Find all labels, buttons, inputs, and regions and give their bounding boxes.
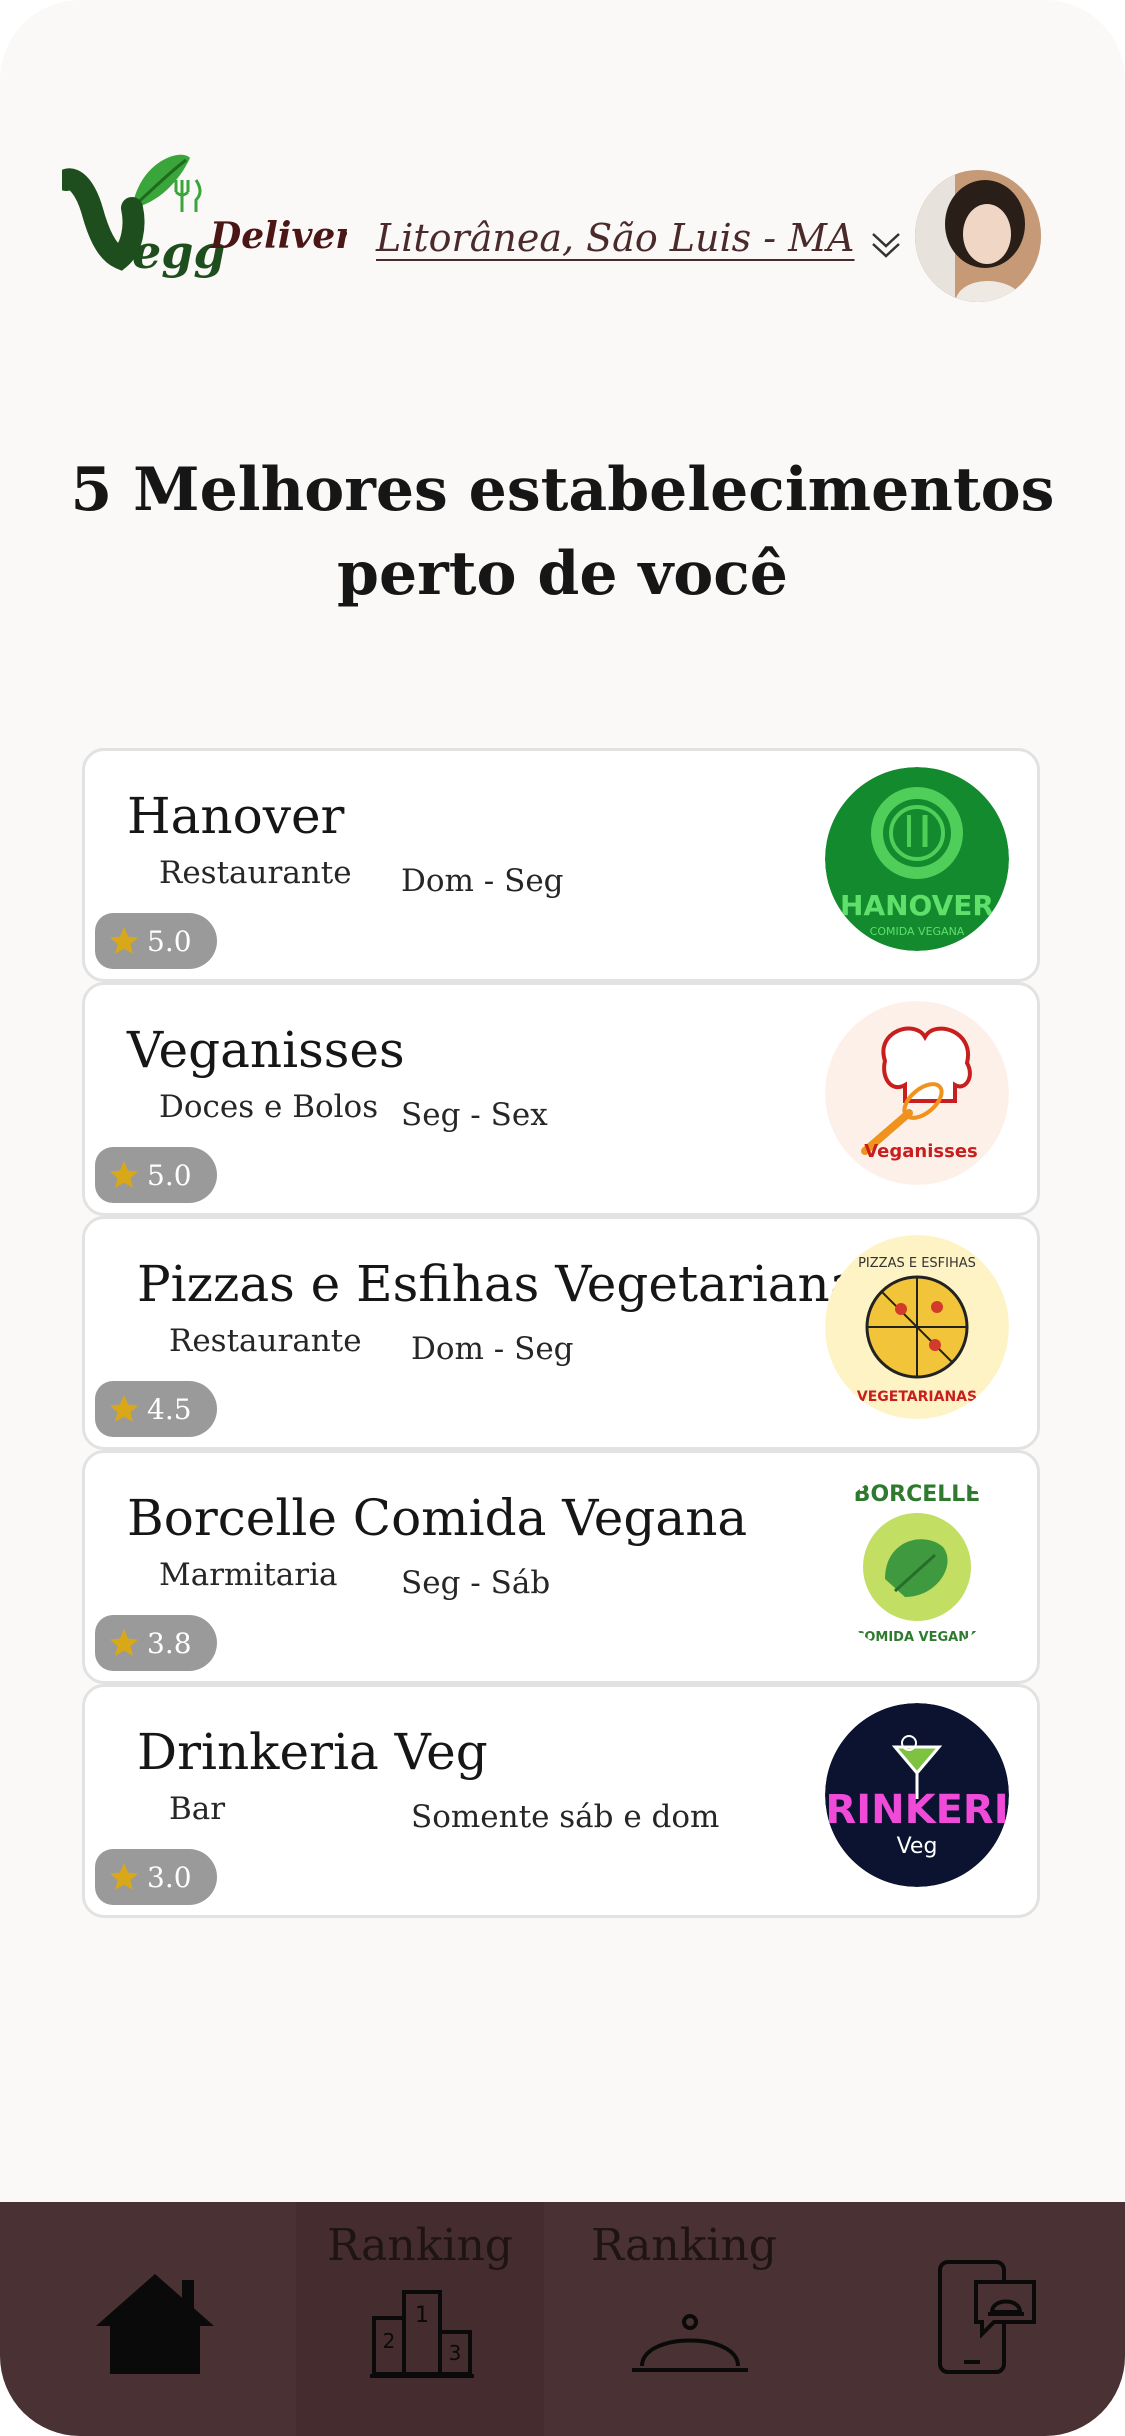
restaurant-days: Seg - Sáb bbox=[401, 1565, 551, 1601]
rating-value: 5.0 bbox=[147, 924, 192, 958]
rating-badge: 3.8 bbox=[95, 1615, 217, 1671]
restaurant-card-borcelle[interactable]: Borcelle Comida Vegana Marmitaria Seg - … bbox=[82, 1450, 1040, 1684]
podium-icon[interactable]: 1 2 3 bbox=[370, 2288, 474, 2380]
logo-text: Veganisses bbox=[864, 1141, 978, 1162]
nav-ranking-label: Ranking bbox=[327, 2220, 513, 2271]
nav-home[interactable] bbox=[0, 2202, 296, 2436]
logo-subtext: COMIDA VEGANA bbox=[855, 1630, 979, 1645]
restaurant-card-veganisses[interactable]: Veganisses Doces e Bolos Seg - Sex 5.0 V… bbox=[82, 982, 1040, 1216]
star-icon bbox=[109, 1160, 139, 1189]
header: egg Delivery Litorânea, São Luis - MA bbox=[0, 140, 1125, 320]
svg-text:2: 2 bbox=[383, 2329, 396, 2353]
restaurant-type: Restaurante bbox=[169, 1323, 362, 1359]
rating-value: 3.8 bbox=[147, 1626, 192, 1660]
logo-text: HANOVER bbox=[840, 889, 994, 922]
nav-ranking-label: Ranking bbox=[591, 2220, 777, 2271]
star-icon bbox=[109, 1862, 139, 1891]
restaurant-name: Hanover bbox=[127, 787, 345, 845]
star-icon bbox=[109, 1394, 139, 1423]
restaurant-card-pizzas[interactable]: Pizzas e Esfihas Vegetarianas Restaurant… bbox=[82, 1216, 1040, 1450]
svg-text:1: 1 bbox=[415, 2303, 429, 2328]
rating-value: 5.0 bbox=[147, 1158, 192, 1192]
restaurant-logo: HANOVER COMIDA VEGANA bbox=[825, 767, 1009, 951]
home-icon[interactable] bbox=[92, 2270, 218, 2376]
logo-text: PIZZAS E ESFIHAS bbox=[858, 1256, 976, 1271]
chevron-down-icon[interactable] bbox=[869, 228, 903, 262]
restaurant-days: Seg - Sex bbox=[401, 1097, 548, 1133]
rating-badge: 4.5 bbox=[95, 1381, 217, 1437]
nav-ranking-dishes[interactable]: Ranking bbox=[544, 2202, 824, 2436]
restaurant-logo: BORCELLE COMIDA VEGANA bbox=[825, 1469, 1009, 1653]
restaurant-logo: RINKERI Veg bbox=[825, 1703, 1009, 1887]
star-icon bbox=[109, 926, 139, 955]
logo-text: RINKERI bbox=[825, 1787, 1008, 1833]
app-screen: egg Delivery Litorânea, São Luis - MA bbox=[0, 0, 1125, 2436]
logo-subtext: VEGETARIANAS bbox=[857, 1389, 977, 1405]
svg-text:3: 3 bbox=[449, 2341, 462, 2365]
restaurant-list: Hanover Restaurante Dom - Seg 5.0 HANOVE… bbox=[82, 748, 1040, 1918]
phone-order-icon[interactable] bbox=[936, 2258, 1040, 2376]
restaurant-days: Dom - Seg bbox=[411, 1331, 574, 1367]
nav-ranking-establishments[interactable]: Ranking 1 2 3 bbox=[296, 2202, 544, 2436]
user-avatar[interactable] bbox=[915, 170, 1041, 302]
svg-text:Delivery: Delivery bbox=[209, 215, 347, 257]
page-title-line-2: perto de você bbox=[337, 539, 788, 609]
restaurant-name: Borcelle Comida Vegana bbox=[127, 1489, 748, 1547]
cloche-icon[interactable] bbox=[630, 2304, 750, 2384]
logo-text: BORCELLE bbox=[854, 1482, 981, 1507]
restaurant-type: Bar bbox=[169, 1791, 226, 1827]
restaurant-days: Somente sáb e dom bbox=[411, 1799, 720, 1835]
vegg-delivery-logo[interactable]: egg Delivery bbox=[55, 140, 377, 300]
rating-badge: 5.0 bbox=[95, 1147, 217, 1203]
rating-value: 3.0 bbox=[147, 1860, 192, 1894]
logo-subtext: COMIDA VEGANA bbox=[870, 925, 965, 938]
restaurant-name: Pizzas e Esfihas Vegetarianas bbox=[137, 1255, 886, 1313]
restaurant-logo: PIZZAS E ESFIHAS VEGETARIANAS bbox=[825, 1235, 1009, 1419]
logo-subtext: Veg bbox=[897, 1834, 938, 1859]
restaurant-type: Marmitaria bbox=[159, 1557, 338, 1593]
page-title: 5 Melhores estabelecimentos perto de voc… bbox=[0, 448, 1125, 616]
rating-badge: 3.0 bbox=[95, 1849, 217, 1905]
location-selector[interactable]: Litorânea, São Luis - MA bbox=[376, 214, 903, 262]
restaurant-card-hanover[interactable]: Hanover Restaurante Dom - Seg 5.0 HANOVE… bbox=[82, 748, 1040, 982]
restaurant-name: Drinkeria Veg bbox=[137, 1723, 488, 1781]
page-title-line-1: 5 Melhores estabelecimentos bbox=[70, 455, 1055, 525]
restaurant-name: Veganisses bbox=[127, 1021, 405, 1079]
location-label[interactable]: Litorânea, São Luis - MA bbox=[376, 216, 855, 260]
bottom-nav: Ranking 1 2 3 Ranking bbox=[0, 2202, 1125, 2436]
restaurant-type: Restaurante bbox=[159, 855, 352, 891]
rating-value: 4.5 bbox=[147, 1392, 192, 1426]
restaurant-logo: Veganisses bbox=[825, 1001, 1009, 1185]
nav-orders[interactable] bbox=[824, 2202, 1125, 2436]
rating-badge: 5.0 bbox=[95, 913, 217, 969]
restaurant-days: Dom - Seg bbox=[401, 863, 564, 899]
restaurant-type: Doces e Bolos bbox=[159, 1089, 379, 1125]
star-icon bbox=[109, 1628, 139, 1657]
restaurant-card-drinkeria[interactable]: Drinkeria Veg Bar Somente sáb e dom 3.0 … bbox=[82, 1684, 1040, 1918]
